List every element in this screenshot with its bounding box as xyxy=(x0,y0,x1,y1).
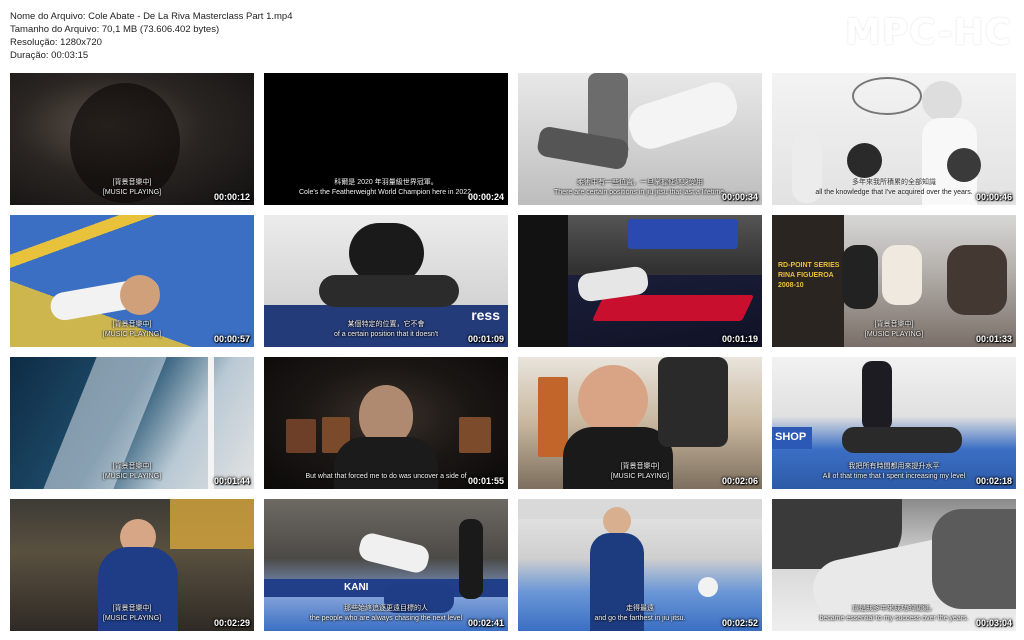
subtitle-cn: [背景音樂中] xyxy=(874,321,914,328)
thumbnail: [背景音樂中] [MUSIC PLAYING] 00:02:06 xyxy=(518,357,762,489)
subtitle-cn: 那些始終追逐更遠目標的人 xyxy=(344,605,428,612)
thumbnail: [背景音樂中] [MUSIC PLAYING] 00:00:12 xyxy=(10,73,254,205)
thumbnail-grid: [背景音樂中] [MUSIC PLAYING] 00:00:12 科爾是 202… xyxy=(10,73,1016,631)
subtitle-cn: 某個特定的位置，它不會 xyxy=(347,321,425,328)
timestamp: 00:02:18 xyxy=(975,476,1012,486)
file-name-line: Nome do Arquivo: Cole Abate - De La Riva… xyxy=(10,11,293,22)
subtitle-cn: 科爾是 2020 年羽量級世界冠軍。 xyxy=(334,179,438,186)
subtitle-cn: 這是我多年來成功的關鍵。 xyxy=(852,605,936,612)
subtitle-cn: 走得最遠 xyxy=(626,605,654,612)
subtitle-cn: [背景音樂中] xyxy=(112,605,152,612)
thumbnail: [背景音樂中] [MUSIC PLAYING] 00:01:44 xyxy=(10,357,254,489)
timestamp: 00:03:04 xyxy=(975,618,1012,628)
file-info: Nome do Arquivo: Cole Abate - De La Riva… xyxy=(10,10,293,62)
timestamp: 00:00:57 xyxy=(213,334,250,344)
thumbnail: RD-POINT SERIES RINA FIGUEROA 2008-10 [背景音… xyxy=(772,215,1016,347)
subtitle-cn: [背景音樂中] xyxy=(112,463,152,470)
duration-line: Duração: 00:03:15 xyxy=(10,50,89,61)
thumbnail: 走得最遠 and go the farthest in jiu jitsu. 0… xyxy=(518,499,762,631)
timestamp: 00:01:19 xyxy=(721,334,758,344)
subtitle-cn: [背景音樂中] xyxy=(620,463,660,470)
thumbnail: 00:01:19 xyxy=(518,215,762,347)
thumbnail: KANI 那些始終追逐更遠目標的人 the people who are alw… xyxy=(264,499,508,631)
timestamp: 00:02:29 xyxy=(213,618,250,628)
timestamp: 00:02:06 xyxy=(721,476,758,486)
timestamp: 00:01:33 xyxy=(975,334,1012,344)
thumbnail: [背景音樂中] [MUSIC PLAYING] 00:02:29 xyxy=(10,499,254,631)
thumbnail: 多年來我所積累的全部知識 all the knowledge that I've… xyxy=(772,73,1016,205)
thumbnail: SHOP 我把所有時間都用來提升水平 All of that time that… xyxy=(772,357,1016,489)
thumbnail: But what that forced me to do was uncove… xyxy=(264,357,508,489)
thumbnail: 科爾是 2020 年羽量級世界冠軍。 Cole's the Featherwei… xyxy=(264,73,508,205)
subtitle-cn: 柔術中有一些位置，一旦掌握便終身受用 xyxy=(577,179,703,186)
subtitle-cn: [背景音樂中] xyxy=(112,321,152,328)
subtitle-cn: 我把所有時間都用來提升水平 xyxy=(848,463,940,470)
timestamp: 00:02:52 xyxy=(721,618,758,628)
mpc-hc-logo: MPC-HC xyxy=(845,12,1012,53)
thumbnail: 柔術中有一些位置，一旦掌握便終身受用 There are certain pos… xyxy=(518,73,762,205)
file-size-line: Tamanho do Arquivo: 70,1 MB (73.606.402 … xyxy=(10,24,220,35)
thumbnail: ress 某個特定的位置，它不會 of a certain position t… xyxy=(264,215,508,347)
timestamp: 00:00:34 xyxy=(721,192,758,202)
timestamp: 00:01:09 xyxy=(467,334,504,344)
thumbnail: 這是我多年來成功的關鍵。 became essential to my succ… xyxy=(772,499,1016,631)
resolution-line: Resolução: 1280x720 xyxy=(10,37,102,48)
subtitle-cn: [背景音樂中] xyxy=(112,179,152,186)
thumbnail: [背景音樂中] [MUSIC PLAYING] 00:00:57 xyxy=(10,215,254,347)
subtitle-cn: 多年來我所積累的全部知識 xyxy=(852,179,936,186)
timestamp: 00:01:55 xyxy=(467,476,504,486)
timestamp: 00:00:46 xyxy=(975,192,1012,202)
timestamp: 00:01:44 xyxy=(213,476,250,486)
timestamp: 00:02:41 xyxy=(467,618,504,628)
timestamp: 00:00:24 xyxy=(467,192,504,202)
timestamp: 00:00:12 xyxy=(213,192,250,202)
